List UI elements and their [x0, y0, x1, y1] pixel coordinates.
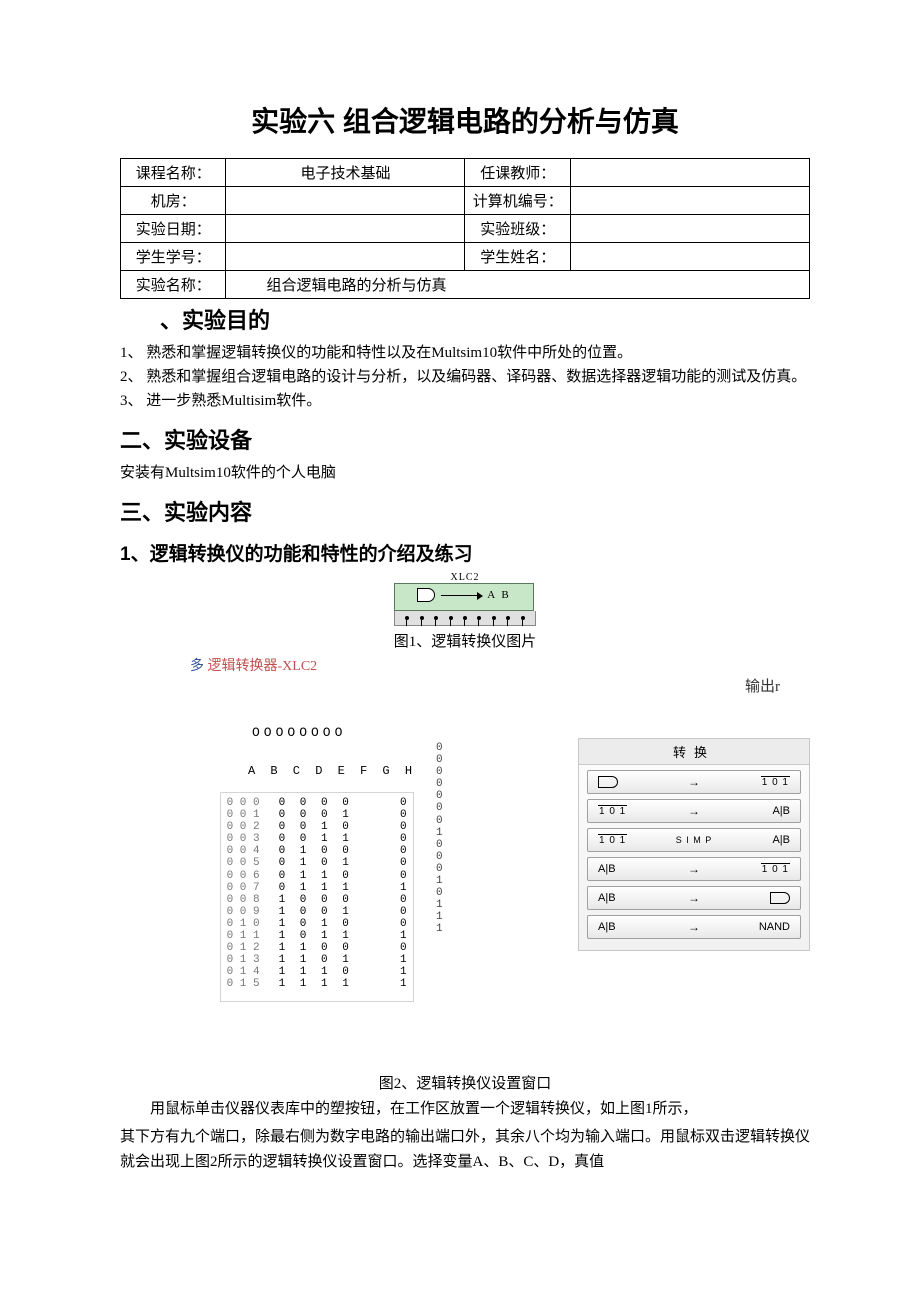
- xlc2-ports: [394, 611, 536, 626]
- paragraph: 其下方有九个端口，除最右侧为数字电路的输出端口外，其余八个均为输入端口。用鼠标双…: [120, 1125, 810, 1176]
- truth-row: 0 0 40 1 0 00: [227, 845, 407, 857]
- fig2-window-title: 多 逻辑转换器-XLC2: [190, 655, 810, 675]
- cell: [226, 187, 465, 215]
- info-table: 课程名称： 电子技术基础 任课教师： 机房： 计算机编号： 实验日期： 实验班级…: [120, 158, 810, 299]
- cell: 学生姓名：: [465, 243, 570, 271]
- nand-label: NAND: [730, 921, 790, 933]
- cell: 计算机编号：: [465, 187, 570, 215]
- cell: 机房：: [121, 187, 226, 215]
- gate-icon: [417, 588, 435, 602]
- truth-row: 0 0 50 1 0 10: [227, 857, 407, 869]
- xlc2-label: XLC2: [394, 572, 536, 583]
- truth-row: 0 0 60 1 1 00: [227, 870, 407, 882]
- arrow-icon: →: [688, 804, 700, 818]
- cell: 学生学号：: [121, 243, 226, 271]
- truth-row: 0 0 70 1 1 11: [227, 882, 407, 894]
- section-3-heading: 三、实验内容: [120, 495, 810, 527]
- btn-expr-to-nand[interactable]: A|B → NAND: [587, 915, 801, 939]
- expr-label: A|B: [598, 921, 658, 933]
- truth-row: 0 0 20 0 1 00: [227, 821, 407, 833]
- btn-circuit-to-tt[interactable]: → 1 0 1: [587, 770, 801, 794]
- fig2-body: OOOOOOOO A B C D E F G H 0 0 00 0 0 000 …: [120, 702, 810, 1018]
- truth-row: 0 0 10 0 0 10: [227, 809, 407, 821]
- section-3-sub1: 1、逻辑转换仪的功能和特性的介绍及练习: [120, 539, 810, 566]
- truth-row: 0 0 91 0 0 10: [227, 906, 407, 918]
- btn-tt-to-expr[interactable]: 1 0 1 → A|B: [587, 799, 801, 823]
- xlc2-figure: XLC2 A B: [394, 570, 536, 626]
- cell: 课程名称：: [121, 159, 226, 187]
- truth-row: 0 0 81 0 0 00: [227, 894, 407, 906]
- conversion-header: 转换: [579, 739, 809, 765]
- sec1-item: 2、 熟悉和掌握组合逻辑电路的设计与分析，以及编码器、译码器、数据选择器逻辑功能…: [120, 365, 810, 389]
- truthtable-icon: 1 0 1: [761, 776, 790, 788]
- btn-expr-to-tt[interactable]: A|B → 1 0 1: [587, 857, 801, 881]
- arrow-icon: →: [688, 862, 700, 876]
- truthtable-icon: 1 0 1: [598, 805, 627, 817]
- btn-tt-simp-expr[interactable]: 1 0 1 S I M P A|B: [587, 828, 801, 852]
- fig2-caption: 图2、逻辑转换仪设置窗口: [120, 1072, 810, 1093]
- truthtable-icon: 1 0 1: [598, 834, 627, 846]
- doc-title: 实验六 组合逻辑电路的分析与仿真: [120, 100, 810, 140]
- cell: [226, 243, 465, 271]
- arrow-icon: [441, 595, 481, 596]
- gate-icon: [770, 892, 790, 904]
- simp-label: S I M P: [676, 835, 713, 845]
- expr-label: A|B: [730, 834, 790, 846]
- arrow-icon: →: [688, 891, 700, 905]
- expr-label: A|B: [598, 892, 658, 904]
- cell: 任课教师：: [465, 159, 570, 187]
- cell: 组合逻辑电路的分析与仿真: [226, 271, 810, 299]
- expr-label: A|B: [598, 863, 658, 875]
- cell: 电子技术基础: [226, 159, 465, 187]
- truth-row: 0 1 11 0 1 11: [227, 930, 407, 942]
- conversion-panel: 转换 → 1 0 1 1 0 1 → A|B 1 0 1 S I M P A|B…: [578, 738, 810, 951]
- truth-output-col: 0 0 0 0 0 0 0 1 0 0 0 1 0 1 1 1: [436, 742, 443, 936]
- cell: [570, 215, 809, 243]
- cell: [570, 187, 809, 215]
- truth-table: OOOOOOOO A B C D E F G H 0 0 00 0 0 000 …: [180, 702, 416, 1018]
- section-2-heading: 二、实验设备: [120, 423, 810, 455]
- arrow-icon: →: [688, 920, 700, 934]
- cell: [226, 215, 465, 243]
- truthtable-icon: 1 0 1: [761, 863, 790, 875]
- truth-row: 0 0 30 0 1 10: [227, 833, 407, 845]
- expr-label: A|B: [730, 805, 790, 817]
- fig2-output-label: 输出r: [120, 675, 810, 696]
- gate-icon: [598, 776, 618, 788]
- fig1-caption: 图1、逻辑转换仪图片: [120, 630, 810, 651]
- truth-row: 0 1 41 1 1 01: [227, 966, 407, 978]
- sec1-item: 3、 进一步熟悉Multisim软件。: [120, 389, 810, 413]
- btn-expr-to-circuit[interactable]: A|B →: [587, 886, 801, 910]
- section-1-heading: 、实验目的: [120, 303, 810, 335]
- truth-row: 0 1 31 1 0 11: [227, 954, 407, 966]
- truth-row: 0 1 21 1 0 00: [227, 942, 407, 954]
- xlc2-icon: A B: [394, 583, 534, 611]
- cell: [570, 243, 809, 271]
- arrow-icon: →: [688, 775, 700, 789]
- sec2-body: 安装有Multsim10软件的个人电脑: [120, 461, 810, 485]
- cell: [570, 159, 809, 187]
- truth-header-o: OOOOOOOO: [180, 726, 416, 740]
- truth-header-abc: A B C D E F G H: [180, 765, 416, 778]
- truth-row: 0 1 51 1 1 11: [227, 978, 407, 990]
- ab-label: A B: [487, 589, 510, 601]
- paragraph: 用鼠标单击仪器仪表库中的塑按钮，在工作区放置一个逻辑转换仪，如上图1所示，: [120, 1097, 810, 1123]
- truth-row: 0 0 00 0 0 00: [227, 797, 407, 809]
- cell: 实验日期：: [121, 215, 226, 243]
- truth-row: 0 1 01 0 1 00: [227, 918, 407, 930]
- sec1-item: 1、 熟悉和掌握逻辑转换仪的功能和特性以及在Multsim10软件中所处的位置。: [120, 341, 810, 365]
- cell: 实验班级：: [465, 215, 570, 243]
- cell: 实验名称：: [121, 271, 226, 299]
